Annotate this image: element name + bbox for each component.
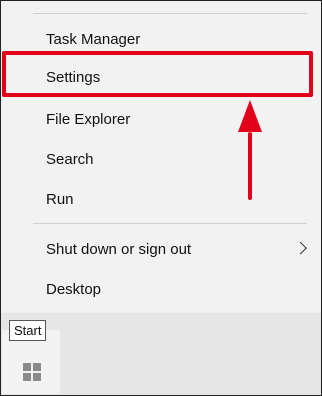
up-arrow-icon bbox=[238, 100, 262, 200]
